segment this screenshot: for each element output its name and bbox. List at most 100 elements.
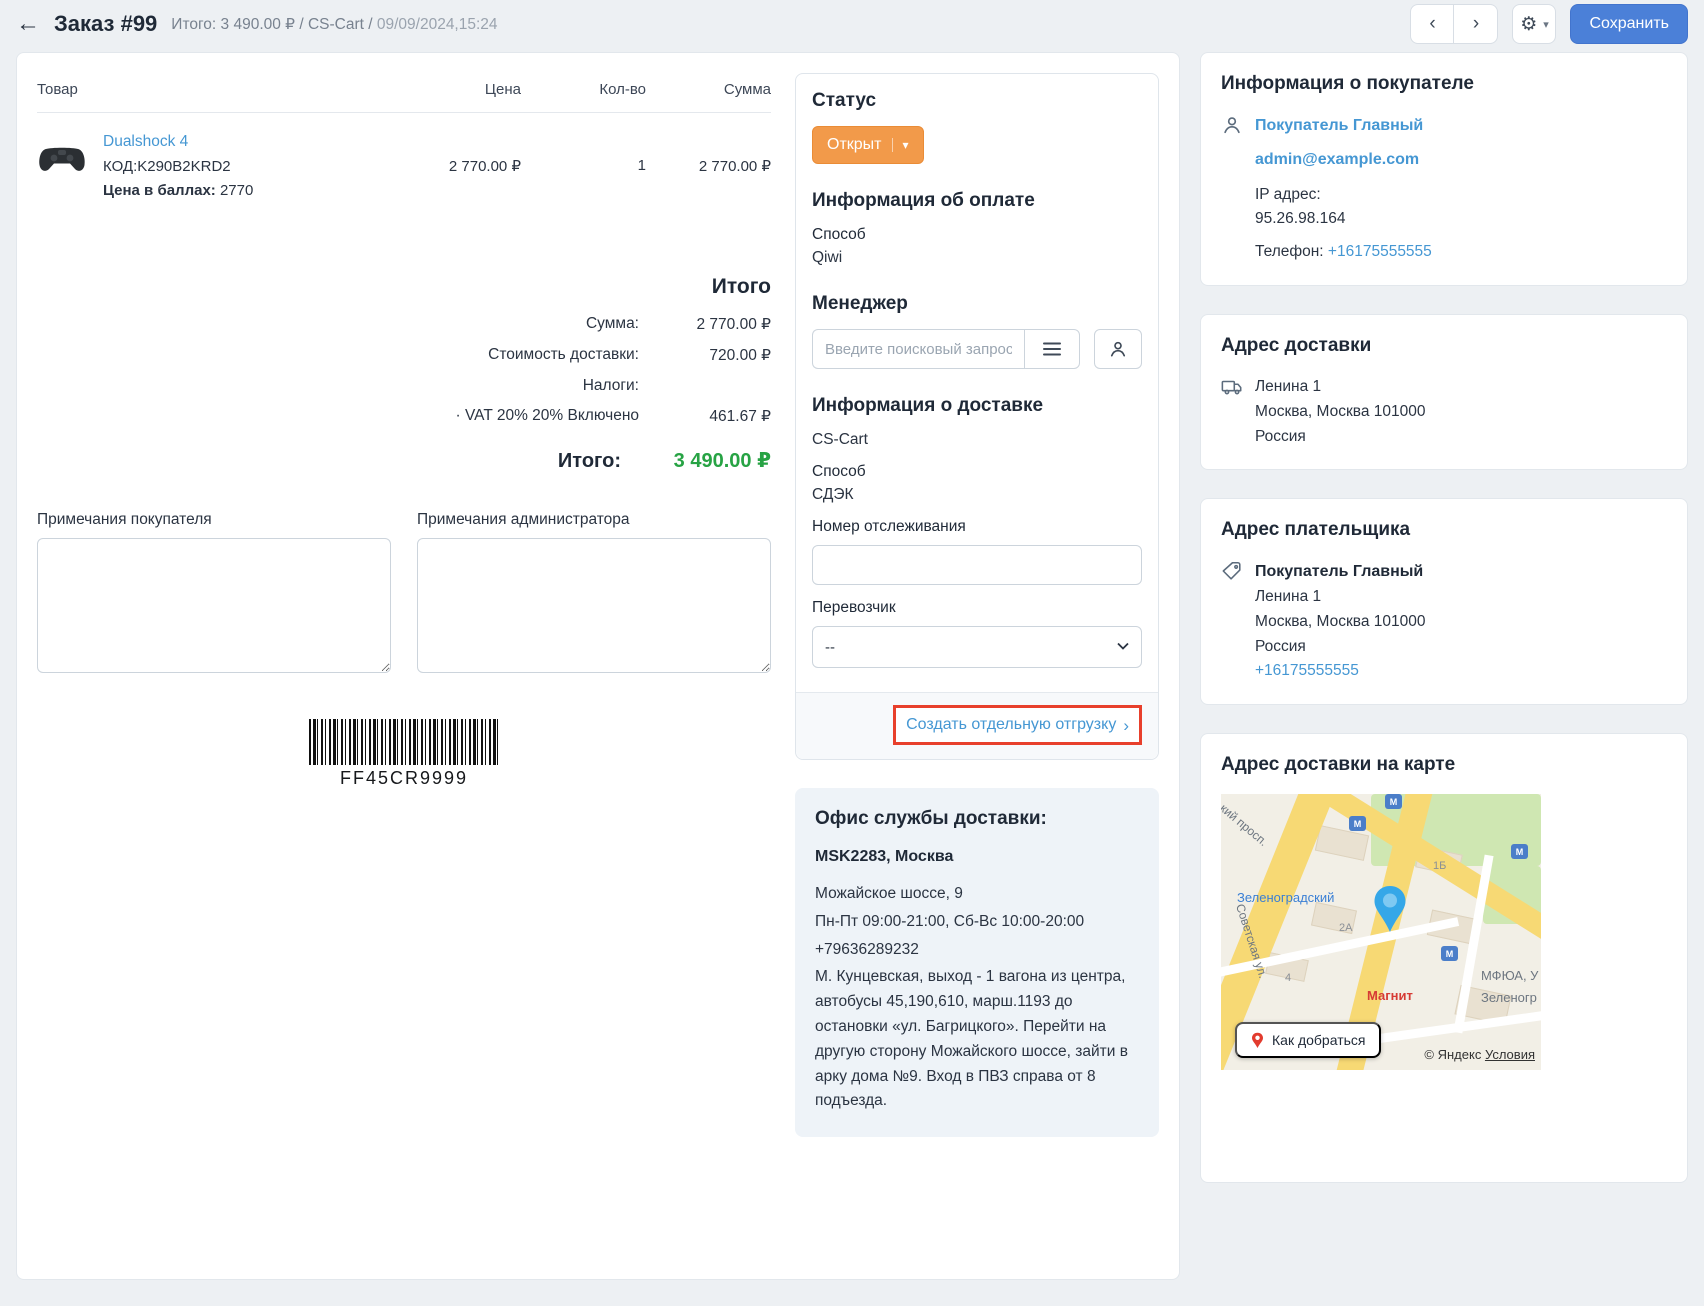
payer-name: Покупатель Главный [1255, 559, 1667, 585]
map-house-number: 1Б [1433, 860, 1446, 872]
customer-info-title: Информация о покупателе [1221, 73, 1667, 95]
manager-title: Менеджер [812, 293, 1142, 315]
customer-phone-label: Телефон: [1255, 243, 1328, 260]
tracking-number-input[interactable] [812, 545, 1142, 585]
map-directions-button[interactable]: Как добраться [1235, 1022, 1381, 1058]
payment-method-value: Qiwi [812, 249, 1142, 267]
shipping-address-line: Ленина 1 [1255, 375, 1667, 400]
prev-order-button[interactable]: ‹ [1410, 4, 1454, 44]
product-table-header: Товар Цена Кол-во Сумма [37, 73, 771, 113]
caret-down-icon: ▾ [1543, 18, 1549, 31]
page-title: Заказ #99 [54, 11, 157, 37]
customer-notes-textarea[interactable] [37, 538, 391, 673]
order-main-card: Товар Цена Кол-во Сумма [16, 52, 1180, 1280]
totals-grand-row: Итого: 3 490.00 ₽ [37, 448, 771, 473]
next-order-button[interactable]: › [1454, 4, 1498, 44]
shipping-method-label: Способ [812, 463, 1142, 481]
map-attribution: © Яндекс Условия [1424, 1047, 1535, 1062]
carrier-select[interactable]: -- [812, 626, 1142, 668]
metro-icon: М [1441, 946, 1458, 961]
sidebar: Информация о покупателе Покупатель Главн… [1200, 52, 1688, 1183]
person-icon [1221, 113, 1245, 265]
payer-address-line: Россия [1255, 635, 1667, 660]
grand-total-label: Итого: [558, 450, 621, 473]
map-label-building: МФЮА, У [1481, 968, 1538, 983]
delivery-office-hours: Пн-Пт 09:00-21:00, Сб-Вс 10:00-20:00 [815, 910, 1139, 935]
status-value: Открыт [827, 136, 882, 154]
barcode-value: FF45CR9999 [309, 768, 499, 789]
customer-email-link[interactable]: admin@example.com [1255, 151, 1419, 168]
map-house-number: 4 [1285, 972, 1291, 984]
table-row: Dualshock 4 КОД:K290B2KRD2 Цена в баллах… [37, 113, 771, 219]
metro-icon: М [1511, 844, 1528, 859]
totals-title: Итого [37, 275, 771, 299]
delivery-office-address: Можайское шоссе, 9 [815, 882, 1139, 907]
gamepad-image [37, 137, 87, 179]
topbar: ← Заказ #99 Итого: 3 490.00 ₽ / CS-Cart … [0, 0, 1704, 48]
manager-assign-button[interactable] [1094, 329, 1142, 369]
annotation-highlight-box: Создать отдельную отгрузку › [893, 705, 1142, 745]
payer-phone-link[interactable]: +16175555555 [1255, 662, 1359, 679]
shipping-address-card: Адрес доставки Ленина 1 Москва, Москва 1… [1200, 314, 1688, 470]
payer-address-title: Адрес плательщика [1221, 519, 1667, 541]
product-code: КОД:K290B2KRD2 [103, 158, 253, 175]
payment-method-label: Способ [812, 226, 1142, 244]
status-panel: Статус Открыт ▾ Информация об оплате Спо… [795, 73, 1159, 760]
customer-notes-label: Примечания покупателя [37, 511, 391, 529]
payer-address-card: Адрес плательщика Покупатель Главный Лен… [1200, 498, 1688, 705]
customer-info-card: Информация о покупателе Покупатель Главн… [1200, 52, 1688, 286]
barcode-image [309, 719, 499, 765]
content-area: Товар Цена Кол-во Сумма [0, 48, 1704, 1300]
col-header-qty: Кол-во [521, 81, 646, 98]
grand-total-value: 3 490.00 ₽ [621, 448, 771, 473]
back-icon[interactable]: ← [16, 12, 40, 36]
col-header-price: Цена [396, 81, 521, 98]
manager-list-button[interactable] [1024, 329, 1080, 369]
order-status-column: Статус Открыт ▾ Информация об оплате Спо… [795, 73, 1159, 1259]
caret-down-icon: ▾ [892, 138, 909, 152]
order-totals: Итого Сумма: 2 770.00 ₽ Стоимость достав… [37, 275, 771, 473]
order-products-column: Товар Цена Кол-во Сумма [37, 73, 771, 1259]
manager-search-input[interactable] [812, 329, 1024, 369]
totals-row-subtotal: Сумма: 2 770.00 ₽ [37, 315, 771, 334]
admin-notes-textarea[interactable] [417, 538, 771, 673]
create-shipment-link[interactable]: Создать отдельную отгрузку [906, 716, 1116, 734]
delivery-office-panel: Офис службы доставки: MSK2283, Москва Мо… [795, 788, 1159, 1137]
delivery-office-name: MSK2283, Москва [815, 848, 1139, 866]
map-house-number: 2А [1339, 922, 1352, 934]
customer-phone-link[interactable]: +16175555555 [1328, 243, 1432, 260]
status-title: Статус [812, 90, 1142, 112]
status-panel-footer: Создать отдельную отгрузку › [796, 692, 1158, 759]
status-dropdown-button[interactable]: Открыт ▾ [812, 126, 924, 164]
chevron-left-icon: ‹ [1429, 13, 1435, 35]
order-subtitle-date: 09/09/2024,15:24 [377, 16, 498, 33]
product-name-link[interactable]: Dualshock 4 [103, 133, 188, 151]
customer-name-link[interactable]: Покупатель Главный [1255, 117, 1423, 134]
customer-phone-line: Телефон: +16175555555 [1255, 240, 1667, 265]
map-label-district: Зеленоградский [1237, 890, 1334, 905]
shipping-address-line: Москва, Москва 101000 [1255, 400, 1667, 425]
shipping-address-title: Адрес доставки [1221, 335, 1667, 357]
order-subtitle-total: Итого: 3 490.00 ₽ / CS-Cart / [171, 16, 372, 33]
map-pin-icon [1371, 884, 1409, 934]
order-subtitle: Итого: 3 490.00 ₽ / CS-Cart / 09/09/2024… [171, 15, 497, 34]
carrier-selected-value: -- [812, 626, 1142, 668]
totals-row-vat: · VAT 20% 20% Включено 461.67 ₽ [37, 407, 771, 426]
save-button[interactable]: Сохранить [1570, 4, 1688, 44]
gear-icon: ⚙ [1520, 13, 1537, 36]
person-icon [1108, 339, 1128, 359]
tracking-number-label: Номер отслеживания [812, 518, 1142, 536]
pin-icon [1251, 1032, 1264, 1049]
shipping-address-line: Россия [1255, 425, 1667, 450]
settings-dropdown-button[interactable]: ⚙ ▾ [1512, 4, 1556, 44]
product-points: Цена в баллах: 2770 [103, 182, 253, 199]
product-thumbnail[interactable] [37, 133, 87, 199]
map-card-title: Адрес доставки на карте [1221, 754, 1667, 776]
tag-icon [1221, 559, 1245, 684]
carrier-label: Перевозчик [812, 599, 1142, 617]
map-canvas[interactable]: М М М М Зеленоградский Магнит МФЮА, У Зе… [1221, 794, 1541, 1070]
map-terms-link[interactable]: Условия [1485, 1047, 1535, 1062]
map-label-street: кий просп. [1221, 801, 1270, 849]
delivery-office-phone: +79636289232 [815, 938, 1139, 963]
map-copyright: © Яндекс [1424, 1047, 1485, 1062]
